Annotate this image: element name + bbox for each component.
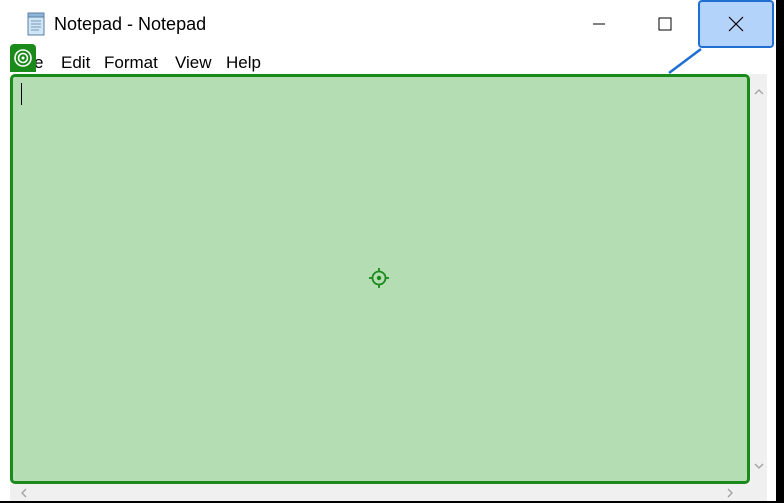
minimize-button[interactable] <box>576 0 622 48</box>
menu-edit[interactable]: Edit <box>61 53 90 73</box>
menu-help[interactable]: Help <box>226 53 261 73</box>
minimize-icon <box>593 23 605 25</box>
notepad-window: Notepad - Notepad e Edit Format View Hel… <box>0 0 784 503</box>
screen-edge-right <box>776 0 784 503</box>
menu-format[interactable]: Format <box>104 53 158 73</box>
scroll-up-icon[interactable] <box>753 86 765 98</box>
close-button[interactable] <box>698 0 774 48</box>
scroll-right-icon[interactable] <box>724 487 736 499</box>
maximize-button[interactable] <box>642 0 688 48</box>
scroll-down-icon[interactable] <box>753 460 765 472</box>
maximize-icon <box>658 17 672 31</box>
menu-bar: e Edit Format View Help <box>0 50 784 74</box>
window-title: Notepad - Notepad <box>54 14 207 34</box>
horizontal-scrollbar[interactable] <box>10 484 767 501</box>
crosshair-icon <box>369 268 389 288</box>
target-badge <box>10 44 36 72</box>
title-bar[interactable]: Notepad - Notepad <box>0 0 784 48</box>
close-icon <box>728 16 744 32</box>
notepad-icon <box>27 12 45 36</box>
scroll-left-icon[interactable] <box>18 487 30 499</box>
menu-view[interactable]: View <box>175 53 212 73</box>
vertical-scrollbar[interactable] <box>750 74 767 484</box>
text-caret <box>21 83 22 105</box>
target-icon <box>14 49 32 67</box>
